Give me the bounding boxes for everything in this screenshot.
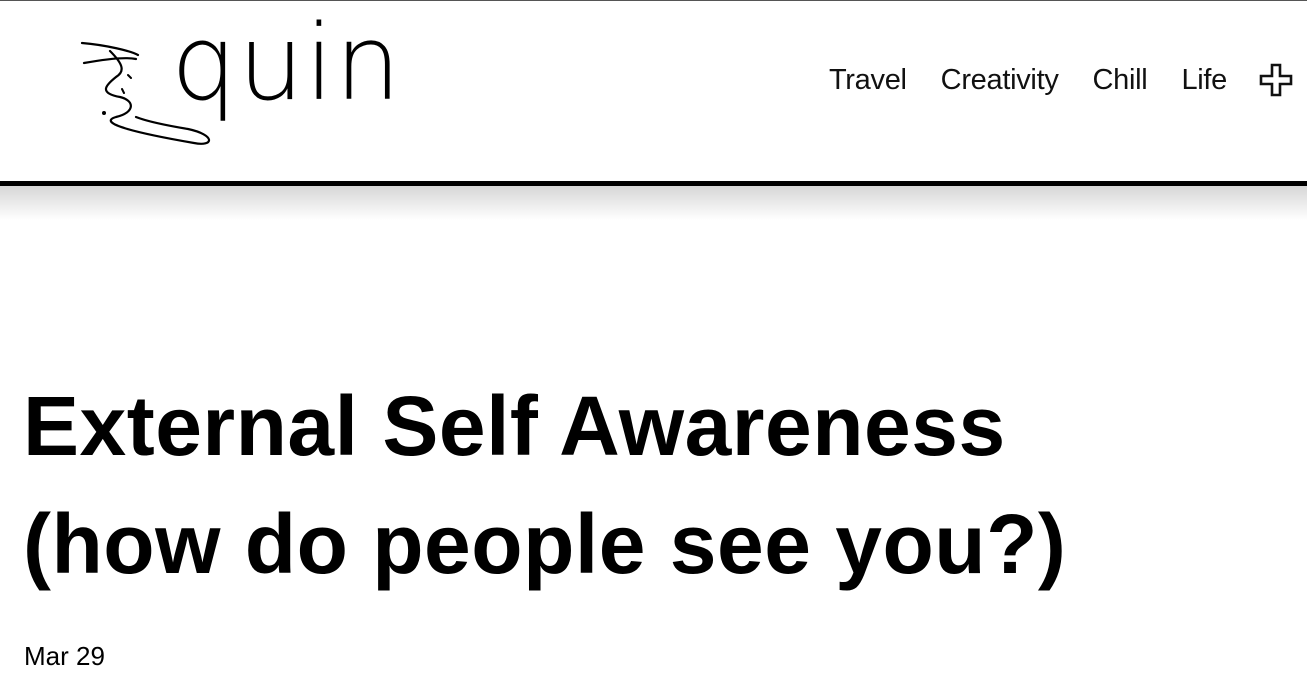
nav-item-travel[interactable]: Travel <box>829 64 907 97</box>
site-logo[interactable]: quin <box>76 11 416 154</box>
main-nav: Travel Creativity Chill Life <box>829 63 1293 97</box>
header-shadow <box>0 186 1307 220</box>
nav-item-chill[interactable]: Chill <box>1093 64 1148 97</box>
post-date: Mar 29 <box>24 641 105 671</box>
post-title: External Self Awareness (how do people s… <box>23 367 1283 603</box>
nav-item-creativity[interactable]: Creativity <box>941 64 1059 97</box>
post-title-line-2: (how do people see you?) <box>23 497 1067 591</box>
nav-item-life[interactable]: Life <box>1181 64 1227 97</box>
plus-icon[interactable] <box>1259 63 1293 97</box>
page: quin Travel Creativity Chill Life Extern… <box>0 0 1307 700</box>
site-header: quin Travel Creativity Chill Life <box>0 1 1307 181</box>
post-title-line-1: External Self Awareness <box>23 379 1006 473</box>
logo-wordmark: quin <box>171 2 402 124</box>
